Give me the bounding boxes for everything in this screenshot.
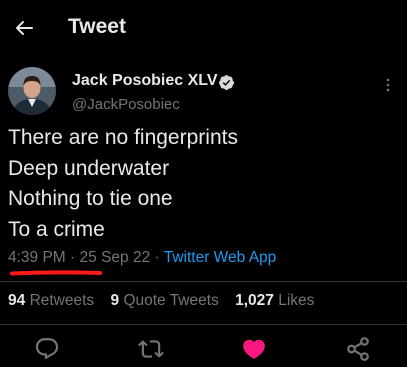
tweet-text: There are no fingerprints Deep underwate… (8, 123, 403, 245)
retweets-count: 94 (8, 292, 26, 309)
share-icon[interactable] (345, 336, 371, 362)
comment-icon[interactable] (34, 336, 60, 362)
tweet-stats: 94 Retweets 9 Quote Tweets 1,027 Likes (8, 292, 326, 310)
tweet-meta: 4:39 PM · 25 Sep 22 · Twitter Web App (8, 249, 276, 267)
quote-tweets-stat[interactable]: 9 Quote Tweets (111, 292, 219, 309)
tweet-page: Tweet Jack Posobiec XLV @JackPosobiec Th… (0, 0, 407, 367)
header: Tweet (0, 0, 407, 56)
retweets-label: Retweets (29, 292, 95, 309)
likes-stat[interactable]: 1,027 Likes (235, 292, 314, 309)
likes-count: 1,027 (235, 292, 274, 309)
quote-tweets-count: 9 (110, 292, 120, 309)
likes-label: Likes (278, 292, 315, 309)
meta-separator: · (70, 249, 76, 266)
tweet-source-link[interactable]: Twitter Web App (164, 249, 277, 266)
more-options-icon[interactable] (380, 76, 396, 94)
divider (0, 324, 407, 325)
retweets-stat[interactable]: 94 Retweets (8, 292, 94, 309)
arrow-left-icon[interactable] (12, 16, 36, 40)
tweet-line: Deep underwater (8, 156, 170, 180)
page-title: Tweet (68, 15, 126, 38)
red-underline-annotation (10, 270, 102, 276)
retweet-icon[interactable] (138, 336, 164, 362)
author-name[interactable]: Jack Posobiec XLV (72, 72, 218, 90)
tweet-line: To a crime (8, 217, 105, 241)
tweet-line: Nothing to tie one (8, 187, 173, 210)
divider (0, 281, 407, 282)
verified-badge-icon (219, 75, 234, 90)
tweet-line: There are no fingerprints (8, 126, 238, 149)
quote-tweets-label: Quote Tweets (123, 292, 219, 309)
avatar[interactable] (8, 67, 56, 115)
heart-icon[interactable] (241, 336, 267, 362)
tweet-date[interactable]: 25 Sep 22 (80, 249, 151, 266)
tweet-time[interactable]: 4:39 PM (8, 249, 66, 266)
meta-separator: · (154, 249, 160, 266)
author-handle[interactable]: @JackPosobiec (72, 96, 180, 113)
